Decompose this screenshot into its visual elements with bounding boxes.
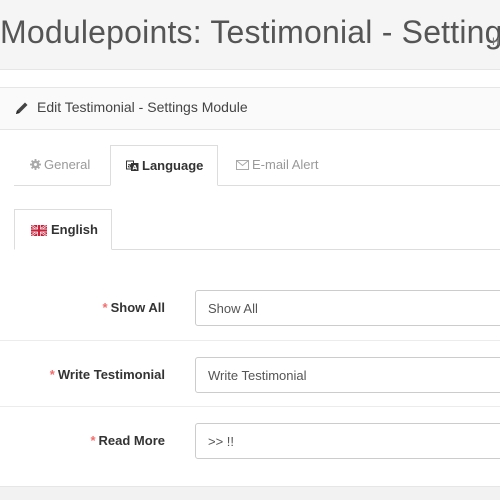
page-title: Modulepoints: Testimonial - Settings [0, 14, 500, 50]
show-all-input[interactable] [195, 290, 500, 326]
tab-general[interactable]: General [14, 145, 108, 185]
required-marker: * [90, 433, 96, 448]
label-write-testimonial: * Write Testimonial [49, 367, 165, 382]
language-icon: a A [126, 160, 139, 171]
label-read-more: * Read More [90, 433, 165, 448]
tab-general-label: General [44, 157, 91, 172]
breadcrumb-truncated[interactable]: H [492, 36, 500, 48]
envelope-icon [236, 159, 249, 170]
tab-email-alert[interactable]: E-mail Alert [220, 145, 340, 185]
svg-text:a: a [128, 162, 132, 169]
tab-language-label: Language [142, 158, 204, 173]
required-marker: * [102, 300, 108, 315]
read-more-input[interactable] [195, 423, 500, 459]
pencil-icon [16, 102, 28, 114]
gear-icon [30, 159, 41, 171]
tab-email-alert-label: E-mail Alert [252, 157, 319, 172]
language-tab-english-label: English [51, 222, 98, 237]
language-tabs: English [14, 209, 500, 250]
form-row-write-testimonial: * Write Testimonial [0, 340, 500, 406]
page: Modulepoints: Testimonial - Settings H E… [0, 0, 500, 500]
bottom-divider [0, 486, 500, 500]
write-testimonial-input[interactable] [195, 357, 500, 393]
uk-flag-icon [31, 225, 47, 236]
form-row-show-all: * Show All [0, 274, 500, 340]
required-marker: * [49, 367, 55, 382]
settings-tabs: General a A Language E-mail Alert [14, 145, 500, 186]
panel-title: Edit Testimonial - Settings Module [37, 99, 248, 115]
language-tab-english[interactable]: English [14, 209, 112, 250]
page-header: Modulepoints: Testimonial - Settings H [0, 0, 500, 70]
tab-language[interactable]: a A Language [110, 145, 218, 186]
label-show-all: * Show All [102, 300, 165, 315]
panel-heading: Edit Testimonial - Settings Module [0, 87, 500, 130]
form-row-read-more: * Read More [0, 406, 500, 472]
svg-text:A: A [133, 164, 138, 171]
